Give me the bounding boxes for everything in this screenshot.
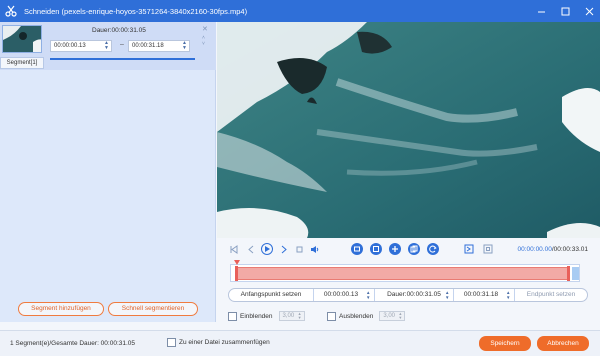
fade-in-value: 3,00 xyxy=(282,313,295,319)
fade-in-row: Einblenden 3,00 ▲ ▼ xyxy=(228,310,305,322)
add-segment-button[interactable]: Segment hinzufügen xyxy=(18,302,104,316)
timecode: 00:00:00.00/00:00:33.01 xyxy=(518,246,589,253)
set-start-button[interactable]: Anfangspunkt setzen xyxy=(231,289,311,301)
cancel-button[interactable]: Abbrechen xyxy=(537,336,589,351)
save-button[interactable]: Speichern xyxy=(479,336,531,351)
fade-out-checkbox[interactable] xyxy=(327,311,336,321)
close-icon[interactable] xyxy=(584,6,594,16)
fade-in-checkbox[interactable] xyxy=(228,311,237,321)
divider xyxy=(514,289,515,301)
segment-duration: Dauer:00:00:31.05 xyxy=(92,27,146,34)
spinner-icon[interactable]: ▲ ▼ xyxy=(104,41,109,51)
unselected-tail xyxy=(572,267,579,280)
add-icon[interactable] xyxy=(389,243,401,255)
spinner-icon[interactable]: ▲ ▼ xyxy=(366,290,370,300)
reset-icon[interactable] xyxy=(427,243,439,255)
mark-out-icon[interactable] xyxy=(370,243,382,255)
segment-slider[interactable] xyxy=(50,58,195,60)
reorder-icon[interactable]: ˄ ˅ xyxy=(202,35,205,47)
cut-window: Schneiden (pexels-enrique-hoyos-3571264-… xyxy=(0,0,600,356)
next-frame-icon[interactable] xyxy=(277,243,289,255)
window-title: Schneiden (pexels-enrique-hoyos-3571264-… xyxy=(24,6,248,16)
fade-out-input[interactable]: 3,00 ▲ ▼ xyxy=(379,311,406,321)
footer-bar: 1 Segment(e)/Gesamte Dauer: 00:00:31.05 … xyxy=(0,330,600,356)
spinner-icon[interactable]: ▲ ▼ xyxy=(506,290,510,300)
range-dash: – xyxy=(120,41,124,48)
copy-icon[interactable] xyxy=(408,243,420,255)
set-end-button[interactable]: Endpunkt setzen xyxy=(517,289,585,301)
trim-start-input[interactable]: 00:00:00.13 xyxy=(315,289,367,301)
segment-label: Segment[1] xyxy=(0,57,44,69)
trim-start-icon[interactable] xyxy=(463,243,475,255)
trim-duration-input[interactable]: Dauer:00:00:31.05 xyxy=(377,289,451,301)
volume-icon[interactable] xyxy=(309,243,321,255)
playhead-marker[interactable] xyxy=(234,260,240,265)
merge-checkbox[interactable] xyxy=(167,338,176,347)
segment-end-input[interactable]: 00:00:31.18 ▲ ▼ xyxy=(128,40,190,52)
segment-end-value: 00:00:31.18 xyxy=(132,43,164,49)
fade-out-row: Ausblenden 3,00 ▲ ▼ xyxy=(327,310,406,322)
segment-summary: 1 Segment(e)/Gesamte Dauer: 00:00:31.05 xyxy=(10,340,136,347)
timecode-total: /00:00:33.01 xyxy=(551,246,588,253)
stop-icon[interactable] xyxy=(293,243,305,255)
fade-out-label: Ausblenden xyxy=(339,312,374,320)
fade-out-value: 3,00 xyxy=(383,313,396,319)
segment-start-value: 00:00:00.13 xyxy=(54,43,86,49)
segment-thumbnail[interactable] xyxy=(2,25,42,53)
spinner-icon[interactable]: ▲ ▼ xyxy=(445,290,449,300)
timecode-current: 00:00:00.00 xyxy=(517,246,552,253)
fade-in-label: Einblenden xyxy=(240,312,273,320)
range-start-handle[interactable] xyxy=(235,266,238,281)
spinner-icon[interactable]: ▲ ▼ xyxy=(182,41,187,51)
playback-controls: 00:00:00.00/00:00:33.01 xyxy=(217,240,600,258)
segment-start-input[interactable]: 00:00:00.13 ▲ ▼ xyxy=(50,40,112,52)
spinner-icon[interactable]: ▲ ▼ xyxy=(398,312,402,320)
merge-option[interactable]: Zu einer Datei zusammenfügen xyxy=(167,338,270,347)
title-bar: Schneiden (pexels-enrique-hoyos-3571264-… xyxy=(0,0,600,22)
segment-card[interactable]: Segment[1] Dauer:00:00:31.05 00:00:00.13… xyxy=(0,22,216,70)
divider xyxy=(313,289,314,301)
skip-start-icon[interactable] xyxy=(227,243,239,255)
selected-range[interactable] xyxy=(237,267,569,280)
prev-frame-icon[interactable] xyxy=(245,243,257,255)
video-preview[interactable] xyxy=(217,22,600,238)
divider xyxy=(453,289,454,301)
minimize-icon[interactable] xyxy=(536,6,546,16)
mark-in-icon[interactable] xyxy=(351,243,363,255)
spinner-icon[interactable]: ▲ ▼ xyxy=(298,312,302,320)
timeline[interactable] xyxy=(230,260,580,282)
merge-label: Zu einer Datei zusammenfügen xyxy=(179,339,270,346)
trim-end-input[interactable]: 00:00:31.18 xyxy=(455,289,507,301)
fast-split-button[interactable]: Schnell segmentieren xyxy=(108,302,198,316)
play-icon[interactable] xyxy=(261,243,273,255)
trim-controls: Anfangspunkt setzen 00:00:00.13 ▲ ▼ Dauer… xyxy=(228,288,588,302)
delete-segment-icon[interactable]: ✕ xyxy=(202,25,208,33)
range-end-handle[interactable] xyxy=(567,266,570,281)
maximize-icon[interactable] xyxy=(560,6,570,16)
scissors-icon xyxy=(4,4,18,18)
trim-end-icon[interactable] xyxy=(482,243,494,255)
segment-panel: Segment[1] Dauer:00:00:31.05 00:00:00.13… xyxy=(0,22,216,322)
fade-in-input[interactable]: 3,00 ▲ ▼ xyxy=(278,311,305,321)
divider xyxy=(374,289,375,301)
